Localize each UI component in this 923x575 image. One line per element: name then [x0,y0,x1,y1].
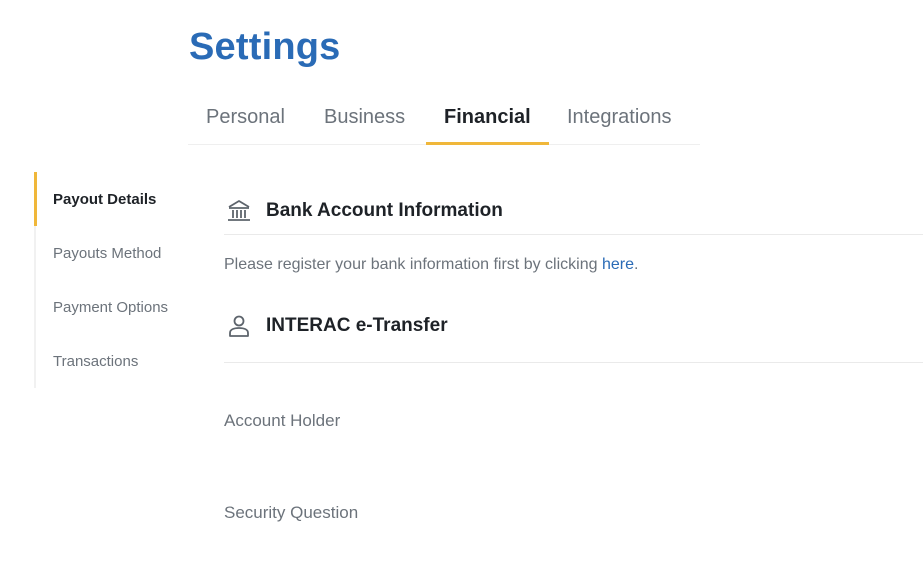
bank-section-header: Bank Account Information [226,196,503,226]
sidebar-active-indicator [34,172,37,226]
bank-icon [226,198,252,224]
bank-section-title: Bank Account Information [266,200,503,221]
sidebar-item-payouts-method[interactable]: Payouts Method [53,245,161,262]
register-bank-link[interactable]: here [602,256,634,273]
settings-tabs: Personal Business Financial Integrations [188,96,700,145]
bank-register-message-text: Please register your bank information fi… [224,256,602,273]
tab-business[interactable]: Business [324,96,405,142]
settings-page: Settings Personal Business Financial Int… [0,0,923,575]
interac-section-header: INTERAC e-Transfer [226,311,448,341]
sidebar-item-payment-options[interactable]: Payment Options [53,299,168,316]
sidebar-item-payout-details[interactable]: Payout Details [53,191,156,208]
person-icon [226,313,252,339]
tab-personal[interactable]: Personal [206,96,285,142]
tab-financial[interactable]: Financial [426,96,549,145]
page-title: Settings [189,26,341,68]
settings-sidebar: Payout Details Payouts Method Payment Op… [34,172,206,388]
bank-register-message: Please register your bank information fi… [224,256,638,274]
sidebar-item-transactions[interactable]: Transactions [53,353,138,370]
tab-integrations[interactable]: Integrations [567,96,672,142]
interac-section-title: INTERAC e-Transfer [266,315,448,336]
interac-section-divider [224,362,923,363]
bank-register-message-end: . [633,256,639,273]
bank-section-divider [224,234,923,235]
account-holder-label: Account Holder [224,411,341,430]
security-question-label: Security Question [224,503,359,522]
